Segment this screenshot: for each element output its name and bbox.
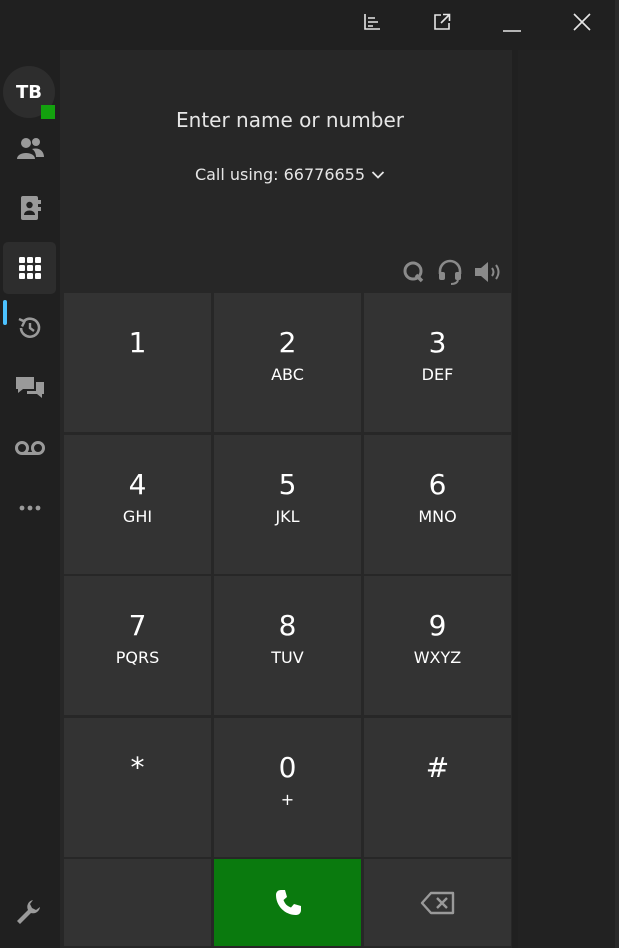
people-icon bbox=[16, 138, 44, 159]
stats-icon bbox=[364, 14, 380, 30]
key-digit: 9 bbox=[428, 609, 447, 642]
key-letters: WXYZ bbox=[413, 648, 462, 667]
key-2[interactable]: 2 ABC bbox=[214, 293, 361, 432]
close-icon bbox=[573, 13, 591, 31]
window-edge bbox=[615, 0, 619, 948]
key-5[interactable]: 5 JKL bbox=[214, 435, 361, 574]
chevron-down-icon bbox=[371, 170, 385, 179]
speaker-icon bbox=[475, 262, 500, 282]
key-6[interactable]: 6 MNO bbox=[364, 435, 511, 574]
key-digit: # bbox=[425, 751, 450, 784]
sidebar-item-dialpad[interactable] bbox=[3, 242, 56, 294]
sidebar-item-more[interactable] bbox=[3, 482, 56, 534]
presence-indicator bbox=[41, 105, 55, 119]
avatar-initials: TB bbox=[16, 81, 42, 103]
call-using-label: Call using: 66776655 bbox=[194, 165, 366, 184]
key-8[interactable]: 8 TUV bbox=[214, 576, 361, 715]
key-digit: 2 bbox=[278, 326, 297, 359]
more-icon bbox=[19, 505, 40, 511]
voicemail-icon bbox=[14, 441, 45, 455]
key-letters: TUV bbox=[271, 648, 304, 667]
number-input[interactable]: Enter name or number bbox=[60, 108, 520, 132]
number-input-placeholder: Enter name or number bbox=[176, 108, 404, 132]
call-using-selector[interactable]: Call using: 66776655 bbox=[60, 165, 520, 184]
key-9[interactable]: 9 WXYZ bbox=[364, 576, 511, 715]
key-letters: JKL bbox=[275, 507, 300, 526]
chat-icon bbox=[15, 377, 44, 398]
keypad: 1 2 ABC 3 DEF 4 GHI 5 JKL 6 MNO 7 PQRS 8… bbox=[64, 293, 511, 948]
side-panel-background bbox=[518, 50, 619, 948]
key-letters: MNO bbox=[418, 507, 457, 526]
popout-icon bbox=[434, 13, 451, 30]
key-4[interactable]: 4 GHI bbox=[64, 435, 211, 574]
sidebar-item-chat[interactable] bbox=[3, 362, 56, 414]
key-digit: * bbox=[130, 751, 145, 784]
q-icon bbox=[403, 261, 424, 283]
stats-button[interactable] bbox=[352, 6, 392, 38]
key-letters: DEF bbox=[421, 365, 454, 384]
key-0[interactable]: 0 + bbox=[214, 718, 361, 857]
key-3[interactable]: 3 DEF bbox=[364, 293, 511, 432]
key-letters: ABC bbox=[271, 365, 304, 384]
speaker-button[interactable] bbox=[473, 258, 503, 286]
key-digit: 7 bbox=[128, 609, 147, 642]
sidebar-item-voicemail[interactable] bbox=[3, 422, 56, 474]
empty-key bbox=[64, 859, 211, 946]
key-digit: 1 bbox=[128, 326, 147, 359]
key-hash[interactable]: # bbox=[364, 718, 511, 857]
history-icon bbox=[18, 317, 40, 338]
dialpad-icon bbox=[18, 257, 41, 279]
key-digit: 4 bbox=[128, 468, 147, 501]
backspace-button[interactable] bbox=[364, 859, 511, 946]
key-digit: 8 bbox=[278, 609, 297, 642]
key-digit: 5 bbox=[278, 468, 297, 501]
wrench-icon bbox=[17, 900, 40, 924]
close-button[interactable] bbox=[562, 6, 602, 38]
sidebar-item-address-book[interactable] bbox=[3, 182, 56, 234]
call-button[interactable] bbox=[214, 859, 361, 946]
headset-button[interactable] bbox=[437, 258, 463, 286]
key-letters: GHI bbox=[122, 507, 153, 526]
key-7[interactable]: 7 PQRS bbox=[64, 576, 211, 715]
key-star[interactable]: * bbox=[64, 718, 211, 857]
key-1[interactable]: 1 bbox=[64, 293, 211, 432]
key-digit: 6 bbox=[428, 468, 447, 501]
q-button[interactable] bbox=[402, 258, 426, 286]
key-letters: PQRS bbox=[115, 648, 160, 667]
sidebar-item-history[interactable] bbox=[3, 302, 56, 354]
contact-card-icon bbox=[20, 196, 41, 220]
backspace-icon bbox=[420, 891, 454, 914]
minimize-icon bbox=[503, 30, 521, 32]
settings-button[interactable] bbox=[14, 898, 42, 930]
key-digit: 3 bbox=[428, 326, 447, 359]
phone-icon bbox=[275, 889, 301, 915]
sidebar-item-contacts[interactable] bbox=[3, 122, 56, 174]
key-digit: 0 bbox=[278, 751, 297, 784]
title-bar bbox=[0, 0, 619, 44]
key-letters: + bbox=[280, 790, 295, 809]
minimize-button[interactable] bbox=[492, 6, 532, 38]
sidebar: TB bbox=[0, 44, 60, 948]
popout-button[interactable] bbox=[422, 6, 462, 38]
headset-icon bbox=[438, 259, 462, 285]
